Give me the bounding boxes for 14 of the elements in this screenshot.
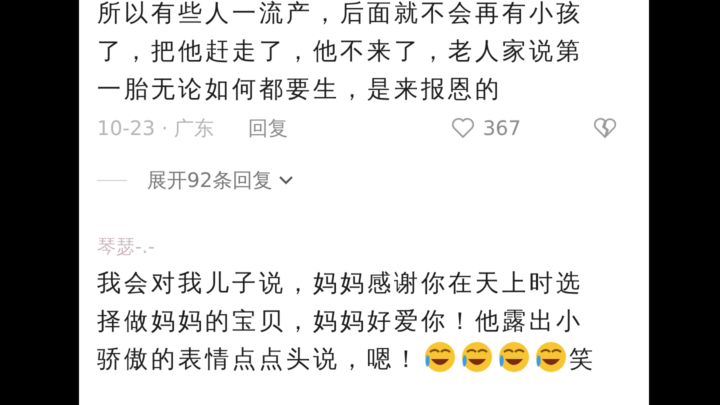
laughing-crying-emoji-icon bbox=[460, 340, 494, 374]
comment-text: 所以有些人一流产，后面就不会再有小孩了，把他赶走了，他不来了，老人家说第一胎无论如何都要生，是来报恩的 bbox=[97, 0, 584, 105]
laughing-crying-emoji-icon bbox=[496, 340, 530, 374]
laughing-crying-emoji-icon bbox=[422, 340, 456, 374]
comment-date-location: 10-23 · 广东 bbox=[97, 114, 214, 142]
reply-link[interactable]: 回复 bbox=[248, 114, 288, 142]
comment-text: 我会对我儿子说，妈妈感谢你在天上时选择做妈妈的宝贝，妈妈好爱你！他露出小骄傲的表情点点头说，嗯！ 笑 bbox=[97, 268, 597, 376]
laughing-crying-emoji-icon bbox=[534, 340, 568, 374]
chevron-down-icon bbox=[278, 175, 294, 185]
username[interactable]: 琴瑟-.- bbox=[97, 230, 649, 264]
expand-replies-button[interactable]: 展开92条回复 bbox=[147, 166, 294, 194]
broken-heart-icon[interactable] bbox=[593, 117, 617, 139]
heart-icon[interactable] bbox=[450, 117, 475, 139]
like-count: 367 bbox=[482, 116, 521, 140]
